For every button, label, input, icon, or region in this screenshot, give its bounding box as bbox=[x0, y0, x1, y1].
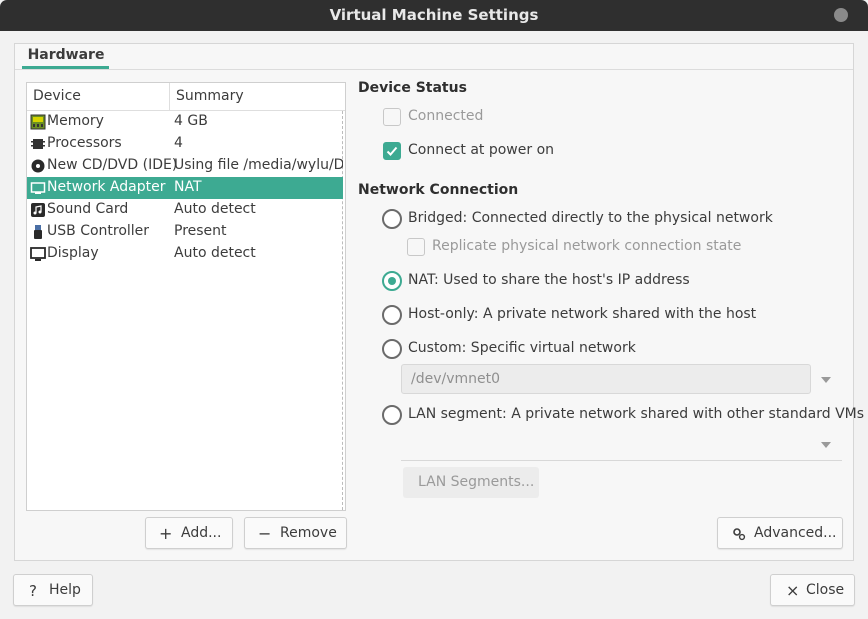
plus-icon: + bbox=[159, 524, 173, 543]
connect-at-power-on-label: Connect at power on bbox=[408, 142, 555, 158]
add-button-label: Add... bbox=[181, 525, 222, 541]
connected-checkbox[interactable] bbox=[383, 108, 401, 126]
advanced-button-label: Advanced... bbox=[754, 525, 837, 541]
device-summary: 4 GB bbox=[174, 113, 208, 129]
remove-button[interactable]: − Remove bbox=[244, 517, 347, 549]
lan-segments-button[interactable]: LAN Segments... bbox=[403, 467, 539, 498]
sound-card-icon bbox=[31, 203, 45, 217]
device-row-display[interactable]: Display Auto detect bbox=[27, 243, 343, 265]
device-row-processors[interactable]: Processors 4 bbox=[27, 133, 343, 155]
device-summary: 4 bbox=[174, 135, 183, 151]
lan-segment-radio[interactable] bbox=[382, 405, 402, 425]
device-status-title: Device Status bbox=[358, 80, 467, 96]
connect-at-power-on-checkbox[interactable] bbox=[383, 142, 401, 160]
tab-divider bbox=[15, 69, 853, 70]
device-name: Processors bbox=[47, 135, 122, 151]
nat-label: NAT: Used to share the host's IP address bbox=[408, 272, 690, 288]
device-name: Network Adapter bbox=[47, 179, 166, 195]
close-icon: × bbox=[786, 581, 800, 600]
custom-dropdown-chevron-icon[interactable] bbox=[821, 377, 831, 383]
custom-network-select[interactable]: /dev/vmnet0 bbox=[401, 364, 811, 394]
device-summary: Auto detect bbox=[174, 245, 256, 261]
cd-dvd-icon bbox=[31, 159, 45, 173]
device-name: Memory bbox=[47, 113, 104, 129]
device-name: Sound Card bbox=[47, 201, 129, 217]
display-icon bbox=[30, 247, 46, 261]
device-list[interactable]: Device Summary Memory 4 GB Processors 4 … bbox=[26, 82, 346, 511]
column-header-summary[interactable]: Summary bbox=[176, 88, 244, 104]
window-title: Virtual Machine Settings bbox=[329, 6, 539, 24]
window-close-icon[interactable] bbox=[834, 8, 848, 22]
close-button-label: Close bbox=[806, 582, 845, 598]
device-name: Display bbox=[47, 245, 99, 261]
device-row-memory[interactable]: Memory 4 GB bbox=[27, 111, 343, 133]
replicate-checkbox[interactable] bbox=[407, 238, 425, 256]
bridged-radio[interactable] bbox=[382, 209, 402, 229]
column-divider bbox=[169, 83, 170, 111]
device-name: New CD/DVD (IDE) bbox=[47, 157, 178, 173]
device-row-network-adapter[interactable]: Network Adapter NAT bbox=[27, 177, 343, 199]
device-summary: Auto detect bbox=[174, 201, 256, 217]
title-bar: Virtual Machine Settings bbox=[0, 0, 868, 31]
network-adapter-icon bbox=[30, 182, 46, 194]
device-row-usb-controller[interactable]: USB Controller Present bbox=[27, 221, 343, 243]
help-button-label: Help bbox=[49, 582, 81, 598]
checkmark-icon bbox=[386, 146, 398, 156]
list-header: Device Summary bbox=[27, 83, 345, 111]
device-name: USB Controller bbox=[47, 223, 150, 239]
help-button[interactable]: ? Help bbox=[13, 574, 93, 606]
replicate-label: Replicate physical network connection st… bbox=[432, 238, 742, 254]
memory-icon bbox=[30, 114, 46, 130]
column-header-device[interactable]: Device bbox=[33, 88, 81, 104]
device-summary: Present bbox=[174, 223, 227, 239]
connected-label: Connected bbox=[408, 108, 484, 124]
lan-segment-select[interactable] bbox=[401, 460, 842, 461]
custom-network-value: /dev/vmnet0 bbox=[411, 371, 501, 387]
device-row-cd-dvd[interactable]: New CD/DVD (IDE) Using file /media/wylu/… bbox=[27, 155, 343, 177]
usb-icon bbox=[34, 225, 42, 239]
device-summary: Using file /media/wylu/Dat bbox=[174, 157, 343, 173]
network-connection-title: Network Connection bbox=[358, 182, 519, 198]
gear-icon bbox=[733, 528, 746, 541]
advanced-button[interactable]: Advanced... bbox=[717, 517, 843, 549]
lan-segments-button-label: LAN Segments... bbox=[418, 474, 535, 490]
device-summary: NAT bbox=[174, 179, 202, 195]
remove-button-label: Remove bbox=[280, 525, 337, 541]
device-row-sound-card[interactable]: Sound Card Auto detect bbox=[27, 199, 343, 221]
processor-icon bbox=[31, 139, 45, 149]
minus-icon: − bbox=[258, 524, 272, 543]
close-button[interactable]: × Close bbox=[770, 574, 855, 606]
add-button[interactable]: + Add... bbox=[145, 517, 233, 549]
custom-radio[interactable] bbox=[382, 339, 402, 359]
host-only-radio[interactable] bbox=[382, 305, 402, 325]
nat-radio[interactable] bbox=[382, 271, 402, 291]
help-icon: ? bbox=[29, 582, 37, 600]
lan-segment-dropdown-chevron-icon[interactable] bbox=[821, 442, 831, 448]
custom-label: Custom: Specific virtual network bbox=[408, 340, 636, 356]
lan-segment-label: LAN segment: A private network shared wi… bbox=[408, 406, 865, 422]
bridged-label: Bridged: Connected directly to the physi… bbox=[408, 210, 773, 226]
host-only-label: Host-only: A private network shared with… bbox=[408, 306, 757, 322]
